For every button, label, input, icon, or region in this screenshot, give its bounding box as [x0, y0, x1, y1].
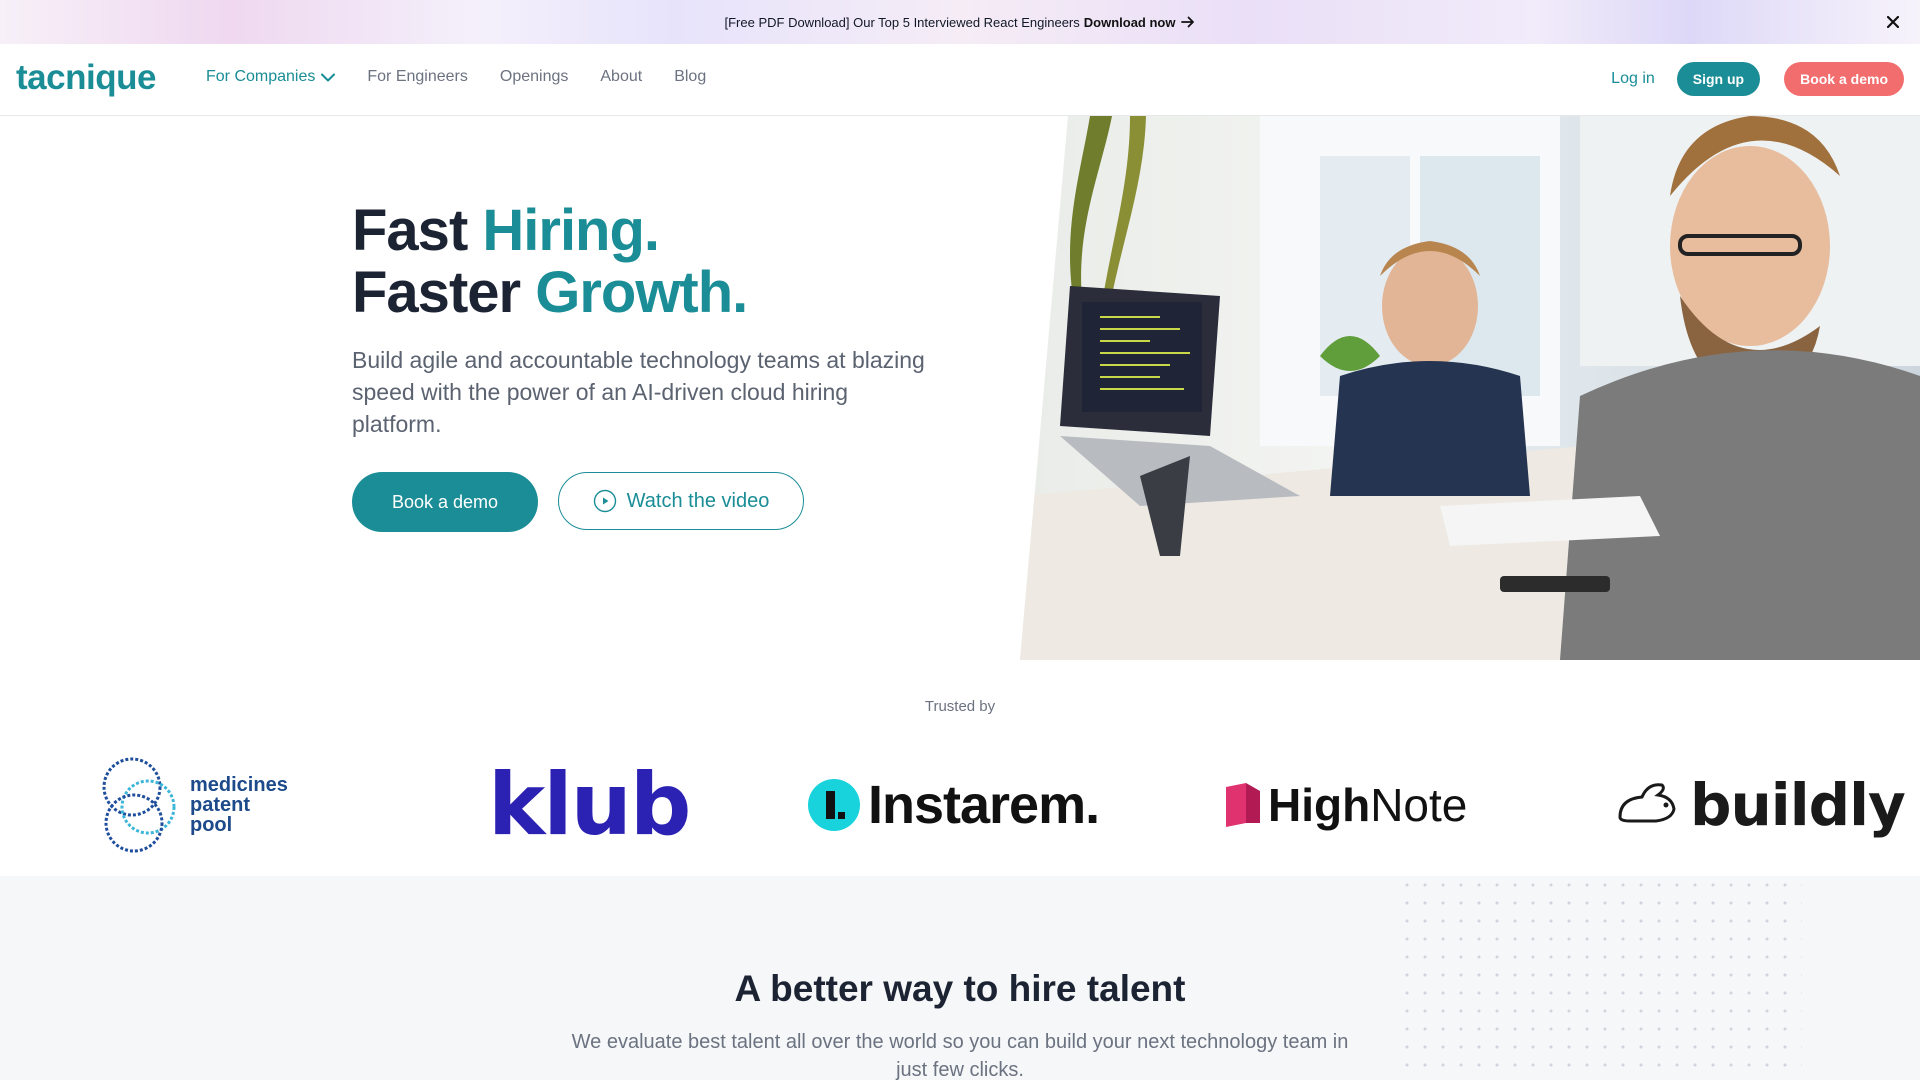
play-circle-icon: [593, 489, 616, 513]
highnote-mark-icon: [1226, 783, 1260, 827]
mpp-line3: pool: [190, 814, 233, 836]
medicines-patent-pool-logo: medicines patent pool: [96, 740, 288, 870]
mpp-wordmark: medicines patent pool: [190, 775, 288, 835]
nav-menu: For Companies For Engineers Openings Abo…: [206, 68, 706, 86]
buildly-logo: buildly: [1610, 740, 1906, 870]
nav-item-about[interactable]: About: [600, 68, 642, 86]
highnote-wordmark: HighNote: [1226, 778, 1467, 832]
klub-logo: klub: [488, 740, 691, 870]
trusted-by-label: Trusted by: [924, 698, 996, 715]
watch-video-button[interactable]: Watch the video: [558, 472, 804, 530]
section-subtitle: We evaluate best talent all over the wor…: [571, 1031, 1349, 1080]
download-now-label: Download now: [1083, 14, 1176, 30]
close-icon: [1887, 16, 1899, 28]
watch-video-label: Watch the video: [626, 489, 770, 512]
nav-actions: Log in Sign up Book a demo: [1611, 62, 1904, 96]
main-navbar: tacnique For Companies For Engineers Ope…: [0, 44, 1920, 116]
announcement-bar: [Free PDF Download] Our Top 5 Interviewe…: [0, 0, 1920, 44]
hero-office-photo: [1020, 116, 1920, 660]
download-now-link[interactable]: Download now: [1084, 15, 1196, 30]
arrow-right-icon: [1181, 16, 1195, 28]
mpp-line2: patent: [190, 794, 250, 816]
mpp-emblem-icon: [102, 757, 176, 853]
hero-line1-accent: Hiring.: [482, 198, 660, 263]
highnote-bold: High: [1268, 779, 1371, 831]
book-demo-nav-button[interactable]: Book a demo: [1784, 62, 1904, 96]
hero-line2-accent: Growth.: [535, 260, 748, 325]
office-photo-illustration: [1020, 116, 1920, 660]
signup-button[interactable]: Sign up: [1676, 62, 1761, 96]
instarem-badge-icon: [808, 779, 860, 831]
section-title: A better way to hire talent: [734, 968, 1186, 1009]
mpp-line1: medicines: [190, 774, 288, 796]
instarem-logo: Instarem.: [808, 740, 1100, 870]
announcement-text: [Free PDF Download] Our Top 5 Interviewe…: [724, 14, 1080, 30]
hero-line1-plain: Fast: [352, 198, 483, 263]
hero-title-line1: Fast Hiring.: [352, 198, 660, 263]
chevron-down-icon: [321, 73, 336, 81]
rabbit-icon: [1618, 783, 1676, 823]
nav-item-for-engineers[interactable]: For Engineers: [367, 68, 468, 86]
nav-item-blog[interactable]: Blog: [674, 68, 706, 86]
hero-title: Fast Hiring. Faster Growth.: [352, 198, 748, 325]
klub-wordmark: klub: [488, 755, 691, 855]
nav-item-label: For Companies: [206, 68, 316, 85]
close-announcement-button[interactable]: [1882, 11, 1904, 33]
highnote-light: Note: [1370, 779, 1468, 831]
hero-line2-plain: Faster: [352, 260, 536, 325]
highnote-logo: HighNote: [1226, 740, 1467, 870]
tacnique-logo[interactable]: tacnique: [16, 58, 156, 98]
hero-title-line2: Faster Growth.: [352, 260, 748, 325]
instarem-wordmark: Instarem.: [808, 774, 1100, 836]
nav-item-for-companies[interactable]: For Companies: [206, 68, 336, 86]
client-logos-row: medicines patent pool klub Instarem. Hig…: [0, 740, 1920, 870]
hero-subtitle: Build agile and accountable technology t…: [352, 347, 925, 437]
buildly-wordmark: buildly: [1610, 771, 1906, 839]
buildly-text: buildly: [1690, 771, 1906, 839]
login-link[interactable]: Log in: [1611, 70, 1655, 88]
instarem-text: Instarem.: [868, 775, 1100, 835]
book-demo-hero-button[interactable]: Book a demo: [352, 472, 538, 532]
nav-item-openings[interactable]: Openings: [500, 68, 569, 86]
